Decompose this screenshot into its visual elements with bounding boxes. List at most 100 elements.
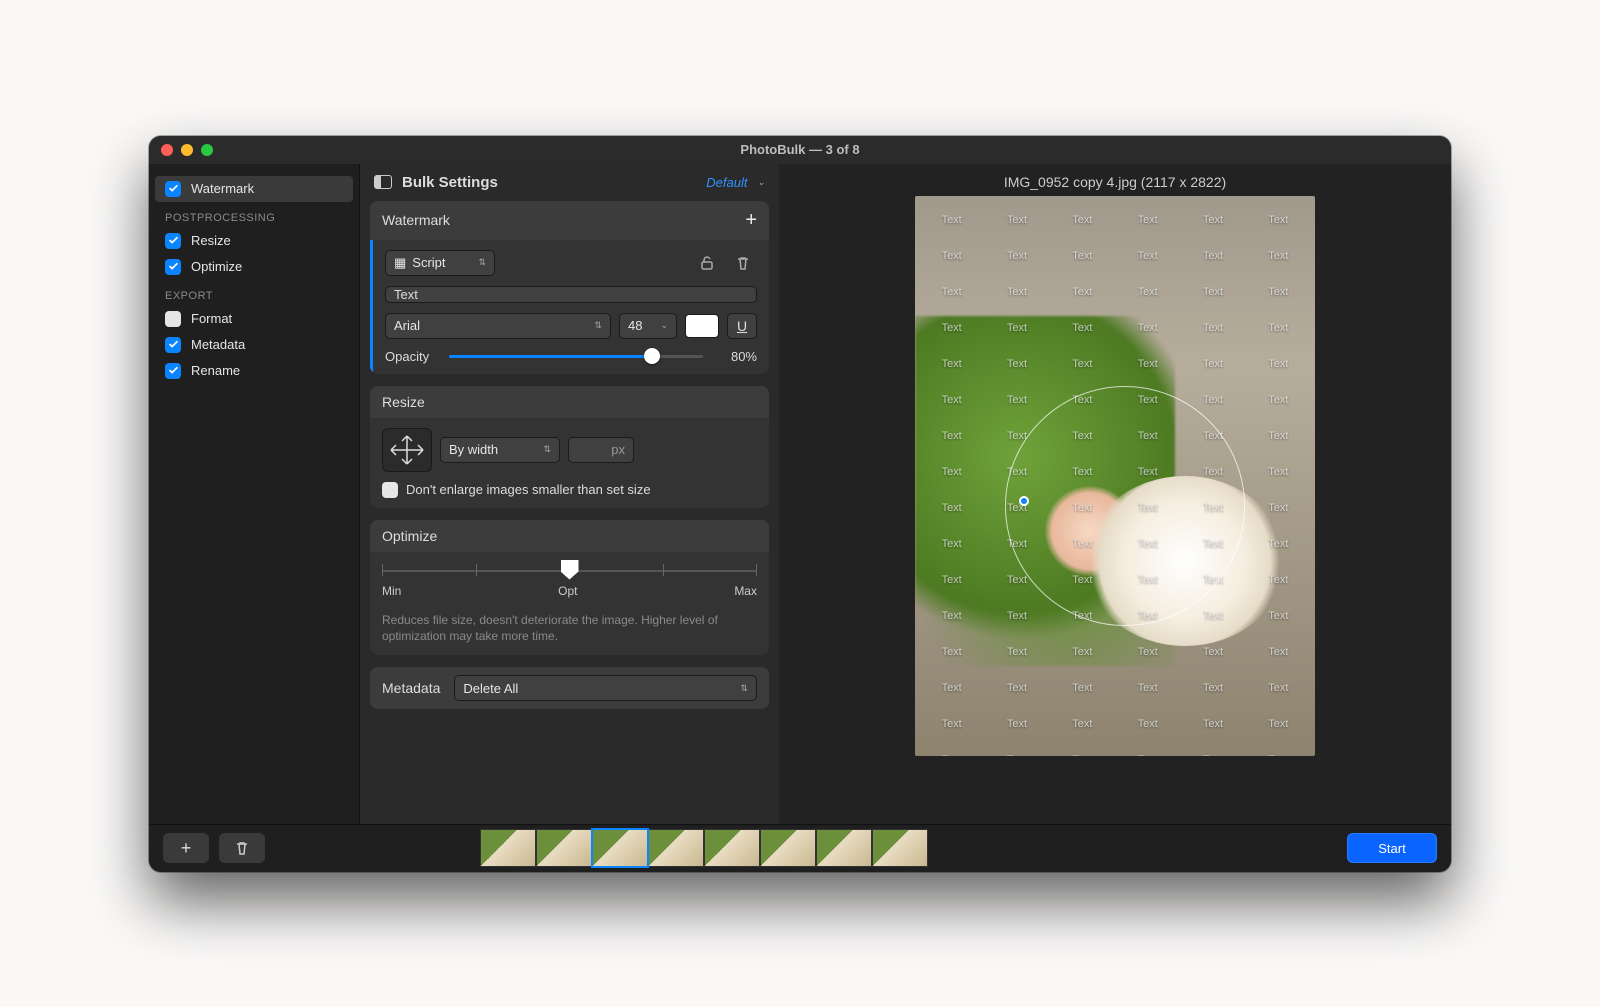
preview-title: IMG_0952 copy 4.jpg (2117 x 2822): [779, 164, 1451, 196]
watermark-text-instance: Text: [1246, 454, 1311, 490]
color-well[interactable]: [685, 314, 719, 338]
watermark-text-instance: Text: [984, 202, 1049, 238]
sidebar-item-label: Metadata: [191, 337, 245, 352]
optimize-max-label: Max: [734, 584, 757, 598]
sidebar-item-watermark[interactable]: Watermark: [155, 176, 353, 202]
font-size-select[interactable]: 48 ⌄: [619, 313, 677, 339]
font-select[interactable]: Arial ⇅: [385, 313, 611, 339]
watermark-text-instance: Text: [984, 238, 1049, 274]
watermark-text-instance: Text: [1180, 742, 1245, 756]
thumbnail[interactable]: [760, 829, 816, 867]
fullscreen-window-button[interactable]: [201, 144, 213, 156]
panels-icon[interactable]: [374, 175, 392, 189]
add-images-button[interactable]: +: [163, 833, 209, 863]
thumbnail[interactable]: [480, 829, 536, 867]
resize-width-input[interactable]: px: [568, 437, 634, 463]
opacity-label: Opacity: [385, 349, 441, 364]
preset-dropdown[interactable]: Default ⌄: [706, 175, 765, 190]
sidebar-item-metadata[interactable]: Metadata: [149, 332, 359, 358]
unlock-icon[interactable]: [693, 250, 721, 276]
watermark-text-instance: Text: [919, 742, 984, 756]
no-enlarge-checkbox[interactable]: [382, 482, 398, 498]
resize-mode-select[interactable]: By width ⇅: [440, 437, 560, 463]
watermark-text-instance: Text: [1115, 310, 1180, 346]
thumbnail[interactable]: [872, 829, 928, 867]
thumbnail[interactable]: [704, 829, 760, 867]
watermark-text-instance: Text: [1115, 670, 1180, 706]
watermark-text-instance: Text: [1246, 670, 1311, 706]
checkbox-off-icon[interactable]: [165, 311, 181, 327]
watermark-text-instance: Text: [1115, 238, 1180, 274]
watermark-text-instance: Text: [1115, 202, 1180, 238]
watermark-text-instance: Text: [1246, 742, 1311, 756]
minimize-window-button[interactable]: [181, 144, 193, 156]
checkbox-on-icon[interactable]: [165, 363, 181, 379]
checkbox-on-icon[interactable]: [165, 233, 181, 249]
checkbox-on-icon[interactable]: [165, 181, 181, 197]
thumbnail[interactable]: [536, 829, 592, 867]
watermark-text-instance: Text: [1246, 706, 1311, 742]
watermark-type-select[interactable]: ▦ Script ⇅: [385, 250, 495, 276]
section-watermark: Watermark + ▦ Script ⇅: [370, 201, 769, 374]
optimize-slider[interactable]: Min Opt Max: [382, 562, 757, 602]
watermark-anchor-handle[interactable]: [1019, 496, 1029, 506]
sidebar-item-format[interactable]: Format: [149, 306, 359, 332]
slider-thumb[interactable]: [644, 348, 660, 364]
watermark-text-instance: Text: [984, 742, 1049, 756]
checkbox-on-icon[interactable]: [165, 259, 181, 275]
watermark-text-instance: Text: [919, 670, 984, 706]
watermark-text-input[interactable]: Text: [385, 286, 757, 303]
watermark-text-instance: Text: [919, 706, 984, 742]
plus-icon: +: [181, 838, 192, 859]
start-button[interactable]: Start: [1347, 833, 1437, 863]
thumbnail[interactable]: [648, 829, 704, 867]
watermark-text-instance: Text: [919, 634, 984, 670]
close-window-button[interactable]: [161, 144, 173, 156]
sidebar-group-postprocessing: POSTPROCESSING: [149, 202, 359, 228]
underline-toggle[interactable]: U: [727, 313, 757, 339]
watermark-text-instance: Text: [1180, 706, 1245, 742]
opacity-slider[interactable]: [449, 355, 703, 358]
watermark-text-instance: Text: [1050, 670, 1115, 706]
sidebar-item-resize[interactable]: Resize: [149, 228, 359, 254]
no-enlarge-label: Don't enlarge images smaller than set si…: [406, 482, 651, 497]
slider-thumb[interactable]: [561, 560, 579, 580]
section-title: Metadata: [382, 680, 440, 696]
watermark-text-instance: Text: [984, 274, 1049, 310]
watermark-text-instance: Text: [1115, 742, 1180, 756]
sidebar-item-optimize[interactable]: Optimize: [149, 254, 359, 280]
sidebar-item-rename[interactable]: Rename: [149, 358, 359, 384]
watermark-text-instance: Text: [1180, 202, 1245, 238]
add-watermark-button[interactable]: +: [745, 209, 757, 232]
watermark-text-instance: Text: [1050, 634, 1115, 670]
preview-image[interactable]: TextTextTextTextTextTextTextTextTextText…: [915, 196, 1315, 756]
thumbnail-selected[interactable]: [592, 829, 648, 867]
watermark-bounds-circle[interactable]: [1005, 386, 1245, 626]
section-resize: Resize By width ⇅ px: [370, 386, 769, 508]
watermark-text-instance: Text: [1180, 634, 1245, 670]
watermark-text-instance: Text: [1246, 274, 1311, 310]
metadata-mode-select[interactable]: Delete All ⇅: [454, 675, 757, 701]
watermark-text-instance: Text: [1180, 238, 1245, 274]
optimize-min-label: Min: [382, 584, 401, 598]
trash-icon[interactable]: [729, 250, 757, 276]
watermark-text-instance: Text: [984, 706, 1049, 742]
opacity-value: 80%: [711, 349, 757, 364]
bottom-toolbar: + Start: [149, 824, 1451, 872]
checkbox-on-icon[interactable]: [165, 337, 181, 353]
section-title: Resize: [382, 394, 425, 410]
thumbnail[interactable]: [816, 829, 872, 867]
watermark-text-instance: Text: [984, 346, 1049, 382]
optimize-hint: Reduces file size, doesn't deteriorate t…: [382, 612, 757, 646]
watermark-text-instance: Text: [1246, 310, 1311, 346]
watermark-text-instance: Text: [984, 382, 1049, 418]
section-title: Watermark: [382, 212, 450, 228]
watermark-text-instance: Text: [919, 310, 984, 346]
watermark-text-instance: Text: [1115, 346, 1180, 382]
watermark-text-instance: Text: [1246, 418, 1311, 454]
watermark-text-instance: Text: [1050, 202, 1115, 238]
thumbnail-strip: [480, 829, 928, 867]
updown-icon: ⇅: [594, 320, 602, 331]
remove-image-button[interactable]: [219, 833, 265, 863]
sidebar-item-label: Watermark: [191, 181, 254, 196]
